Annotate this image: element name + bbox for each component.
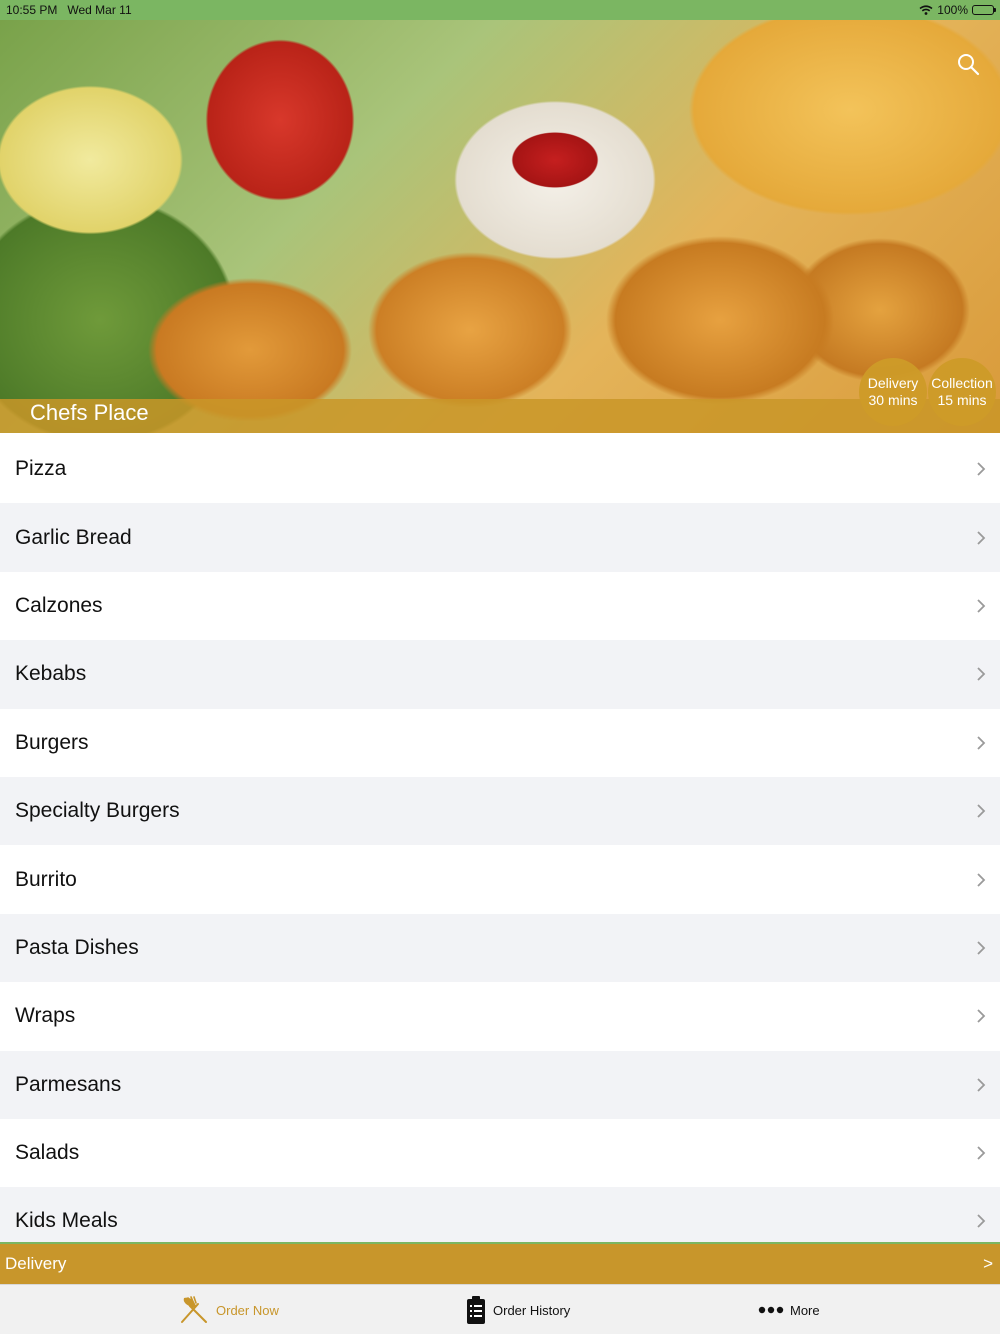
status-time-date: 10:55 PM Wed Mar 11: [6, 3, 132, 17]
category-label: Burrito: [15, 867, 77, 891]
category-label: Salads: [15, 1141, 80, 1165]
category-row[interactable]: Wraps: [0, 982, 1000, 1051]
tab-order-history[interactable]: Order History: [465, 1285, 570, 1335]
category-label: Pizza: [15, 457, 67, 481]
status-date: Wed Mar 11: [67, 3, 132, 17]
delivery-mode-bar[interactable]: Delivery >: [0, 1242, 1000, 1284]
category-row[interactable]: Parmesans: [0, 1050, 1000, 1119]
chevron-right-icon: [977, 1078, 986, 1092]
dots-icon: [758, 1306, 784, 1314]
status-bar: 10:55 PM Wed Mar 11 100%: [0, 0, 1000, 20]
category-label: Specialty Burgers: [15, 799, 180, 823]
delivery-label: Delivery: [867, 375, 919, 391]
status-right: 100%: [919, 3, 996, 17]
tab-order-now-label: Order Now: [216, 1302, 279, 1318]
category-label: Burgers: [15, 730, 89, 754]
status-time: 10:55 PM: [6, 3, 58, 17]
category-row[interactable]: Garlic Bread: [0, 503, 1000, 572]
store-name: Chefs Place: [30, 400, 149, 425]
category-row[interactable]: Kids Meals: [0, 1187, 1000, 1242]
fork-knife-icon: [181, 1296, 207, 1323]
category-label: Garlic Bread: [15, 525, 132, 549]
category-label: Pasta Dishes: [15, 935, 139, 959]
category-label: Wraps: [15, 1004, 76, 1028]
chevron-right-icon: [977, 736, 986, 750]
wifi-icon: [919, 5, 933, 15]
collection-label: Collection: [931, 375, 993, 391]
category-label: Calzones: [15, 593, 103, 617]
hero-image: [0, 20, 1000, 433]
category-list: Pizza Garlic Bread Calzones Kebabs Burgers Sp…: [0, 435, 1000, 1242]
tab-order-history-label: Order History: [493, 1302, 571, 1318]
category-row[interactable]: Salads: [0, 1118, 1000, 1188]
tab-bar: Order Now Order History More: [0, 1284, 1000, 1334]
delivery-mode-arrow: >: [983, 1254, 993, 1273]
tab-more-label: More: [790, 1302, 820, 1318]
chevron-right-icon: [977, 804, 986, 818]
chevron-right-icon: [977, 599, 986, 613]
chevron-right-icon: [977, 530, 986, 545]
tab-order-now[interactable]: Order Now: [178, 1285, 279, 1335]
category-row[interactable]: Specialty Burgers: [0, 776, 1000, 846]
delivery-time: 30 mins: [868, 392, 918, 408]
delivery-mode-label: Delivery: [5, 1254, 67, 1273]
chevron-right-icon: [977, 941, 986, 955]
store-name-band: [0, 399, 1000, 433]
category-row[interactable]: Pasta Dishes: [0, 913, 1000, 983]
tab-more[interactable]: More: [758, 1285, 820, 1335]
chevron-right-icon: [977, 1146, 986, 1160]
category-row[interactable]: Pizza: [0, 435, 1000, 504]
category-row[interactable]: Kebabs: [0, 640, 1000, 709]
category-label: Kids Meals: [15, 1209, 118, 1233]
delivery-time-badge: Delivery 30 mins: [859, 358, 927, 426]
collection-time: 15 mins: [937, 392, 987, 408]
chevron-right-icon: [977, 462, 986, 476]
chevron-right-icon: [977, 1009, 986, 1023]
category-row[interactable]: Burgers: [0, 708, 1000, 777]
battery-icon: [972, 5, 996, 15]
category-row[interactable]: Burrito: [0, 845, 1000, 914]
chevron-right-icon: [977, 1214, 986, 1229]
category-row[interactable]: Calzones: [0, 571, 1000, 641]
collection-time-badge: Collection 15 mins: [928, 358, 996, 426]
clipboard-icon: [467, 1296, 485, 1324]
category-label: Parmesans: [15, 1072, 122, 1096]
search-icon[interactable]: [956, 52, 980, 76]
chevron-right-icon: [977, 667, 986, 681]
category-label: Kebabs: [15, 662, 87, 686]
chevron-right-icon: [977, 872, 986, 887]
battery-percent: 100%: [937, 3, 968, 17]
